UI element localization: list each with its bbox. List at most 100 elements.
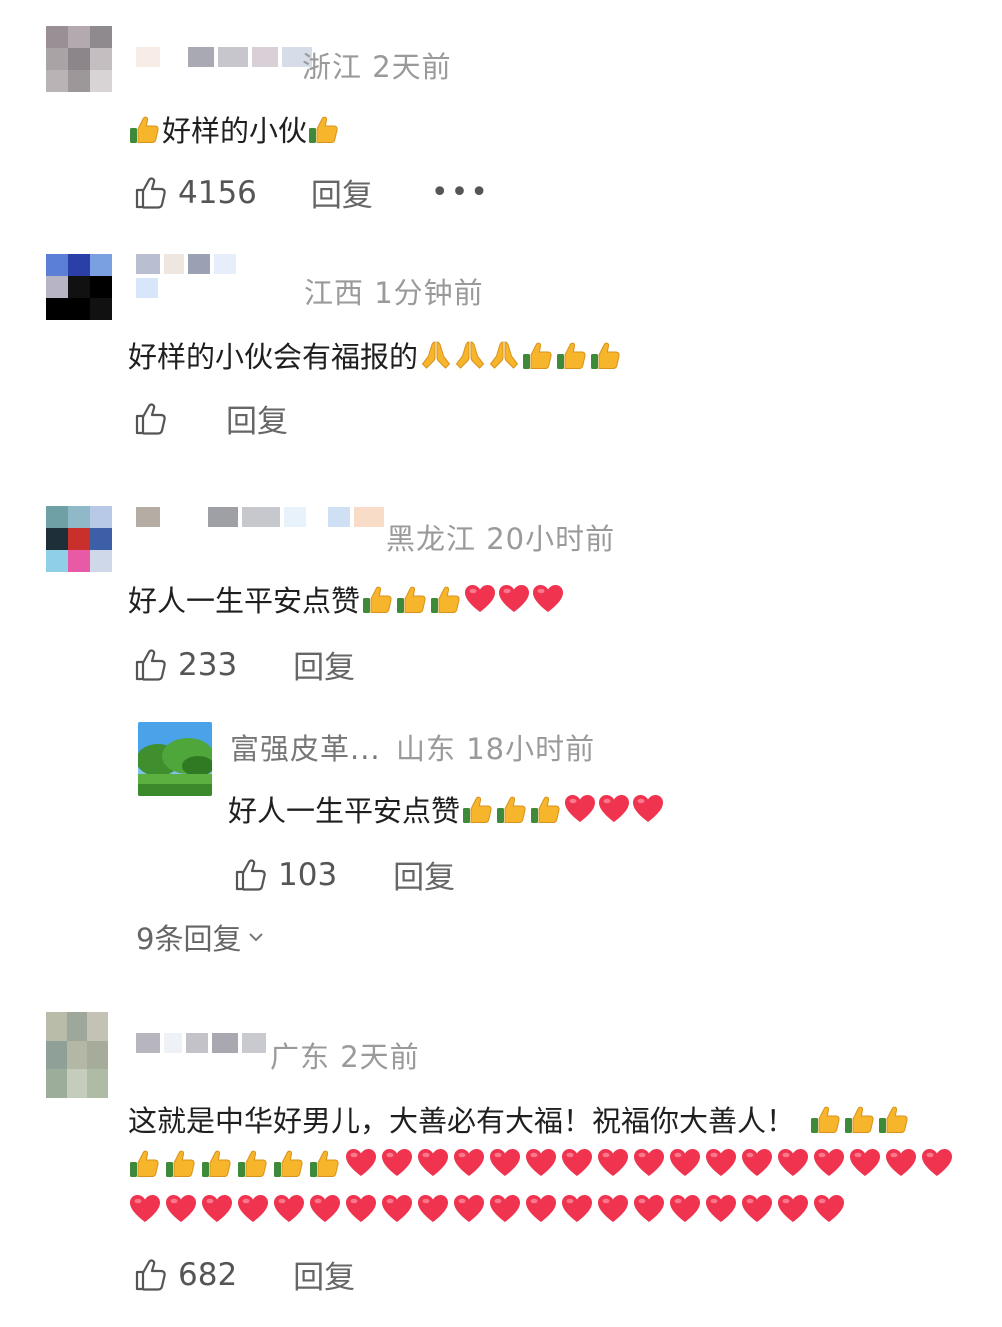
- red-heart-emoji: [597, 792, 631, 826]
- red-heart-emoji: [488, 1146, 522, 1180]
- comment-body: 好人一生平安点赞: [128, 584, 361, 618]
- red-heart-emoji: [380, 1146, 414, 1180]
- emoji-line: [128, 1146, 954, 1180]
- red-heart-emoji: [668, 1192, 702, 1226]
- emoji-group: [361, 582, 565, 616]
- thumbs-up-emoji: [429, 582, 463, 616]
- avatar[interactable]: [46, 506, 112, 572]
- comment-body: 这就是中华好男儿，大善必有大福！祝福你大善人！: [128, 1104, 796, 1138]
- comment-actions: 682 回复: [132, 1252, 355, 1297]
- comment-text: 好人一生平安点赞: [128, 578, 565, 620]
- sub-reply-actions: 103 回复: [232, 852, 455, 897]
- reply-button[interactable]: 回复: [393, 852, 455, 897]
- thumbs-up-outline-icon: [132, 647, 168, 683]
- emoji-line: [128, 1192, 846, 1226]
- like-button[interactable]: 4156: [132, 175, 257, 211]
- praying-hands-emoji: [419, 338, 453, 372]
- red-heart-emoji: [668, 1146, 702, 1180]
- comment-actions: 4156 回复 •••: [132, 170, 490, 215]
- red-heart-emoji: [704, 1192, 738, 1226]
- red-heart-emoji: [344, 1192, 378, 1226]
- expand-replies-label: 9条回复: [136, 922, 242, 956]
- red-heart-emoji: [632, 1146, 666, 1180]
- red-heart-emoji: [563, 792, 597, 826]
- location-time: 山东 18小时前: [396, 732, 596, 766]
- comment-text: 好样的小伙会有福报的: [128, 334, 623, 376]
- thumbs-up-emoji: [307, 112, 341, 146]
- emoji-group: [809, 1102, 911, 1136]
- like-button[interactable]: 682: [132, 1257, 237, 1293]
- username-blurred[interactable]: [136, 254, 256, 298]
- thumbs-up-emoji: [555, 338, 589, 372]
- red-heart-emoji: [200, 1192, 234, 1226]
- avatar[interactable]: [46, 26, 112, 92]
- like-button[interactable]: [132, 401, 168, 437]
- thumbs-up-emoji: [521, 338, 555, 372]
- sub-reply-author[interactable]: 富强皮革...: [230, 726, 381, 768]
- thumbs-up-emoji: [128, 112, 162, 146]
- thumbs-up-emoji: [236, 1146, 270, 1180]
- red-heart-emoji: [560, 1192, 594, 1226]
- red-heart-emoji: [236, 1192, 270, 1226]
- red-heart-emoji: [452, 1146, 486, 1180]
- red-heart-emoji: [452, 1192, 486, 1226]
- red-heart-emoji: [884, 1146, 918, 1180]
- avatar[interactable]: [46, 254, 112, 320]
- thumbs-up-emoji: [308, 1146, 342, 1180]
- username-blurred[interactable]: [136, 506, 384, 528]
- comment-actions: 回复: [132, 396, 288, 441]
- like-button[interactable]: 103: [232, 857, 337, 893]
- sub-reply-avatar[interactable]: [138, 722, 212, 796]
- red-heart-emoji: [380, 1192, 414, 1226]
- red-heart-emoji: [812, 1192, 846, 1226]
- comment-text: 好样的小伙: [128, 108, 341, 150]
- praying-hands-emoji: [487, 338, 521, 372]
- emoji-group: [461, 792, 665, 826]
- red-heart-emoji: [524, 1146, 558, 1180]
- expand-replies-button[interactable]: 9条回复: [136, 916, 267, 958]
- reply-button[interactable]: 回复: [311, 170, 373, 215]
- thumbs-up-emoji: [495, 792, 529, 826]
- thumbs-up-emoji: [809, 1102, 843, 1136]
- red-heart-emoji: [920, 1146, 954, 1180]
- thumbs-up-emoji: [272, 1146, 306, 1180]
- thumbs-up-outline-icon: [132, 401, 168, 437]
- avatar[interactable]: [46, 1012, 108, 1098]
- red-heart-emoji: [560, 1146, 594, 1180]
- like-count: 4156: [178, 174, 257, 211]
- red-heart-emoji: [524, 1192, 558, 1226]
- thumbs-up-outline-icon: [132, 175, 168, 211]
- red-heart-emoji: [776, 1192, 810, 1226]
- comment-body: 好人一生平安点赞: [228, 794, 461, 828]
- reply-button[interactable]: 回复: [226, 396, 288, 441]
- like-button[interactable]: 233: [132, 647, 237, 683]
- like-count: 682: [178, 1256, 238, 1293]
- red-heart-emoji: [812, 1146, 846, 1180]
- red-heart-emoji: [631, 792, 665, 826]
- chevron-down-icon: [249, 933, 264, 942]
- more-icon[interactable]: •••: [431, 175, 490, 210]
- thumbs-up-emoji: [461, 792, 495, 826]
- red-heart-emoji: [740, 1192, 774, 1226]
- reply-button[interactable]: 回复: [293, 1252, 355, 1297]
- thumbs-up-emoji: [128, 1146, 162, 1180]
- red-heart-emoji: [740, 1146, 774, 1180]
- reply-button[interactable]: 回复: [293, 642, 355, 687]
- red-heart-emoji: [416, 1192, 450, 1226]
- praying-hands-emoji: [453, 338, 487, 372]
- location-time: 江西 1分钟前: [304, 276, 484, 310]
- comment-body: 好样的小伙: [162, 114, 308, 148]
- red-heart-emoji: [776, 1146, 810, 1180]
- red-heart-emoji: [308, 1192, 342, 1226]
- red-heart-emoji: [272, 1192, 306, 1226]
- location-time: 广东 2天前: [270, 1040, 420, 1074]
- username-blurred[interactable]: [136, 46, 312, 68]
- like-count: 103: [278, 856, 338, 893]
- red-heart-emoji: [488, 1192, 522, 1226]
- red-heart-emoji: [416, 1146, 450, 1180]
- username-blurred[interactable]: [136, 1032, 266, 1054]
- red-heart-emoji: [531, 582, 565, 616]
- emoji-group: [419, 338, 623, 372]
- red-heart-emoji: [632, 1192, 666, 1226]
- thumbs-up-outline-icon: [132, 1257, 168, 1293]
